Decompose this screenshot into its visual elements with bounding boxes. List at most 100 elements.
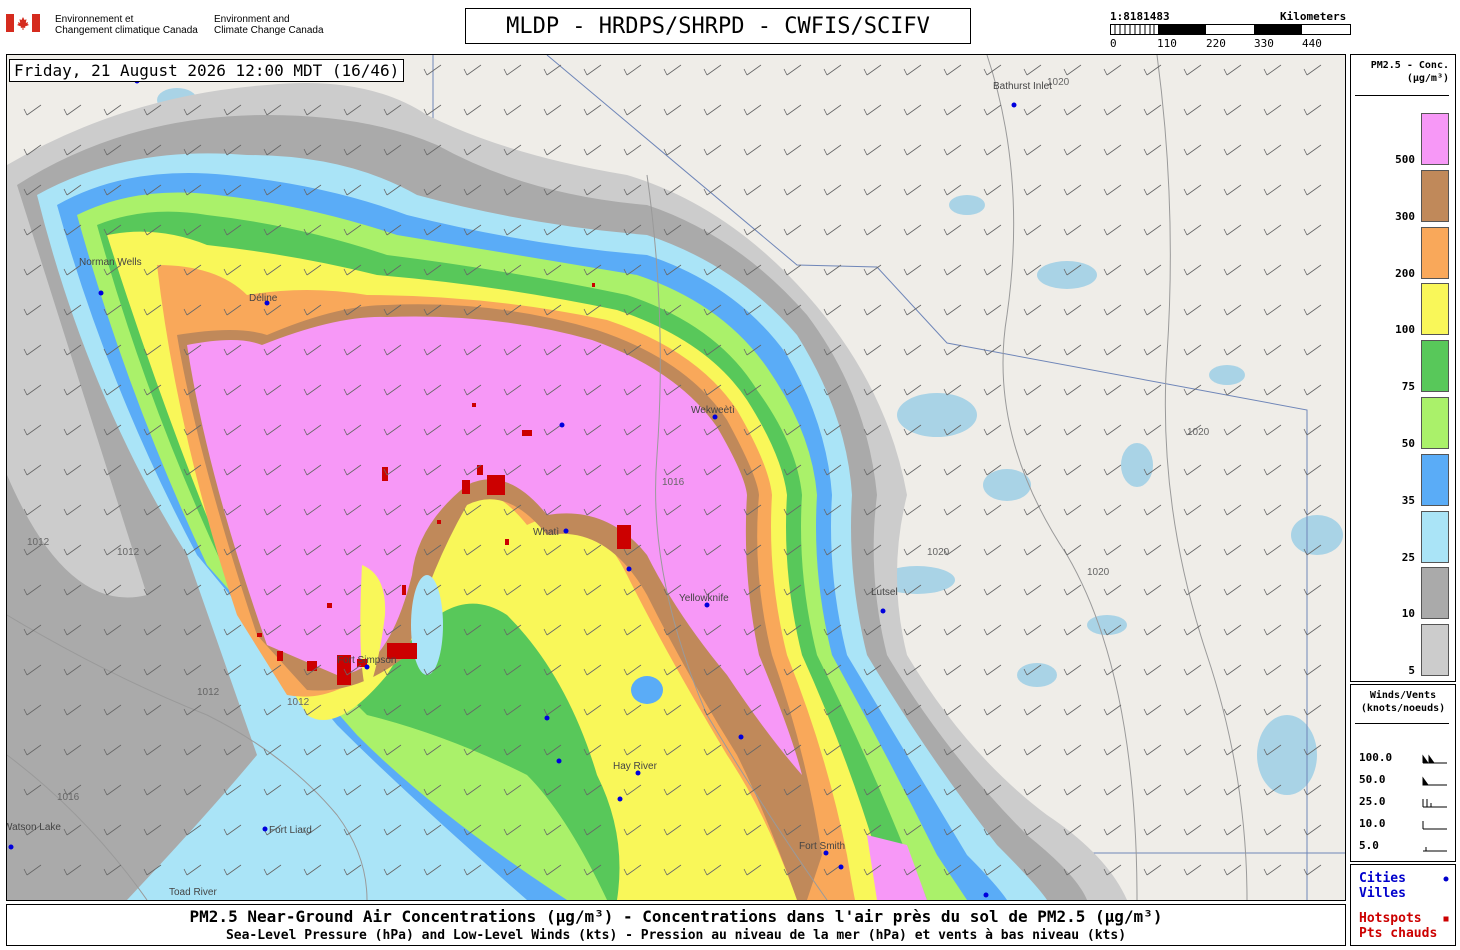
scale-tick: 110 — [1157, 37, 1177, 50]
wind-barb-50-icon — [1422, 776, 1447, 786]
city-label: Toad River — [169, 887, 217, 898]
legend-level-label: 200 — [1395, 266, 1415, 280]
city-marker — [880, 608, 886, 614]
isobar-label: 1020 — [1087, 567, 1110, 578]
forecast-datetime: Friday, 21 August 2026 12:00 MDT (16/46) — [9, 59, 405, 82]
wind-speed-label: 5.0 — [1359, 839, 1379, 852]
city-marker — [838, 864, 844, 870]
city-marker — [262, 826, 268, 832]
caption-line2: Sea-Level Pressure (hPa) and Low-Level W… — [225, 928, 1127, 943]
city-label: Wekweètì — [691, 405, 735, 416]
key-cities-en: Cities — [1359, 871, 1406, 886]
wind-legend-title: Winds/Vents (knots/noeuds) — [1351, 689, 1455, 715]
scale-bar — [1110, 24, 1351, 35]
city-marker — [738, 734, 744, 740]
hotspot-square-icon — [1443, 916, 1449, 922]
scale-tick: 330 — [1254, 37, 1274, 50]
scale-tick: 220 — [1206, 37, 1226, 50]
legend-level-label: 10 — [1401, 607, 1415, 621]
isobar-label: 1012 — [197, 687, 220, 698]
isobar-label: 1012 — [117, 547, 140, 558]
city-dot-icon — [1443, 876, 1449, 882]
wind-legend-title-line2: (knots/noeuds) — [1360, 703, 1446, 714]
canada-flag-icon — [6, 14, 40, 32]
legend-swatch — [1421, 340, 1449, 393]
map-area[interactable]: 1020 1020 1020 1020 1016 1016 1012 1012 … — [6, 54, 1346, 901]
gov-name-french: Environnement et Changement climatique C… — [55, 14, 198, 36]
legend-divider — [1355, 95, 1449, 96]
legend-swatch — [1421, 567, 1449, 620]
city-marker — [563, 528, 569, 534]
map-caption: PM2.5 Near-Ground Air Concentrations (µg… — [6, 904, 1346, 946]
wind-barb-25-icon — [1422, 799, 1447, 808]
gov-fr-line2: Changement climatique Canada — [55, 25, 198, 36]
key-cities: Cities Villes — [1359, 871, 1406, 901]
gov-fr-line1: Environnement et — [55, 14, 134, 25]
wind-legend: Winds/Vents (knots/noeuds) 100.0 50.0 25… — [1350, 684, 1456, 862]
city-label: Norman Wells — [79, 257, 142, 268]
legend-level-label: 50 — [1401, 437, 1415, 450]
scale-tick: 0 — [1110, 37, 1117, 50]
legend-swatch — [1421, 624, 1449, 677]
city-marker — [8, 844, 14, 850]
city-label: Fort Liard — [269, 825, 312, 836]
gov-en-line2: Climate Change Canada — [214, 25, 324, 36]
city-marker — [617, 796, 623, 802]
city-marker — [98, 290, 104, 296]
legend-swatch — [1421, 397, 1449, 449]
city-label: Hay River — [613, 761, 658, 772]
city-marker — [544, 715, 550, 721]
wind-speed-label: 100.0 — [1359, 751, 1393, 764]
city-label: Yellowknife — [679, 593, 729, 604]
key-hotspots-en: Hotspots — [1359, 911, 1422, 926]
city-marker — [559, 422, 565, 428]
legend-swatch — [1421, 169, 1449, 222]
wind-barb-100-icon — [1422, 754, 1447, 764]
legend-level-label: 5 — [1408, 664, 1415, 678]
legend-level-label: 35 — [1401, 493, 1415, 507]
legend-level-label: 500 — [1395, 153, 1415, 166]
wind-legend-title-line1: Winds/Vents — [1369, 690, 1437, 701]
isobar-label: 1020 — [927, 547, 950, 558]
legend-swatch — [1421, 226, 1449, 279]
legend-level-label: 300 — [1395, 209, 1415, 223]
isobar-label: 1016 — [662, 477, 685, 488]
wind-barb-10-icon — [1422, 821, 1447, 830]
key-hotspots-fr: Pts chauds — [1359, 926, 1438, 941]
legend-title: PM2.5 - Conc. (µg/m³) — [1355, 59, 1449, 85]
map-canvas: 1020 1020 1020 1020 1016 1016 1012 1012 … — [7, 55, 1345, 900]
pm25-legend: PM2.5 - Conc. (µg/m³) 500 300 200 100 75 50 35… — [1350, 54, 1456, 682]
gov-name-english: Environment and Climate Change Canada — [214, 14, 324, 36]
wind-legend-divider — [1355, 723, 1449, 724]
isobar-label: 1012 — [27, 537, 50, 548]
isobar-label: 1012 — [287, 697, 310, 708]
caption-line1: PM2.5 Near-Ground Air Concentrations (µg… — [189, 907, 1163, 926]
city-label: Fort Smith — [799, 841, 845, 852]
map-title-text: MLDP - HRDPS/SHRPD - CWFIS/SCIFV — [506, 13, 930, 39]
map-title: MLDP - HRDPS/SHRPD - CWFIS/SCIFV — [465, 8, 971, 44]
city-marker — [626, 566, 632, 572]
legend-swatch — [1421, 510, 1449, 563]
legend-title-line1: PM2.5 - Conc. — [1370, 60, 1449, 71]
city-label: Lutsel — [871, 587, 898, 598]
city-label: Fort Simpson — [337, 655, 396, 666]
legend-level-label: 25 — [1401, 550, 1415, 564]
key-cities-fr: Villes — [1359, 886, 1406, 901]
city-marker — [556, 758, 562, 764]
legend-level-label: 100 — [1395, 323, 1415, 337]
legend-swatch — [1421, 453, 1449, 506]
legend-swatch — [1421, 283, 1449, 336]
wind-speed-label: 50.0 — [1359, 773, 1386, 786]
wind-barb-5-icon — [1423, 847, 1447, 852]
city-label: Whatì — [533, 527, 559, 538]
scale-tick: 440 — [1302, 37, 1322, 50]
gov-en-line1: Environment and — [214, 14, 290, 25]
city-marker — [1011, 102, 1017, 108]
city-label: Watson Lake — [7, 822, 61, 833]
city-label: Bathurst Inlet — [993, 81, 1052, 92]
scale-ratio: 1:8181483 — [1110, 10, 1170, 23]
legend-swatch — [1421, 113, 1449, 165]
legend-level-label: 75 — [1401, 380, 1415, 394]
scale-unit: Kilometers — [1280, 10, 1347, 23]
legend-title-line2: (µg/m³) — [1406, 73, 1449, 84]
